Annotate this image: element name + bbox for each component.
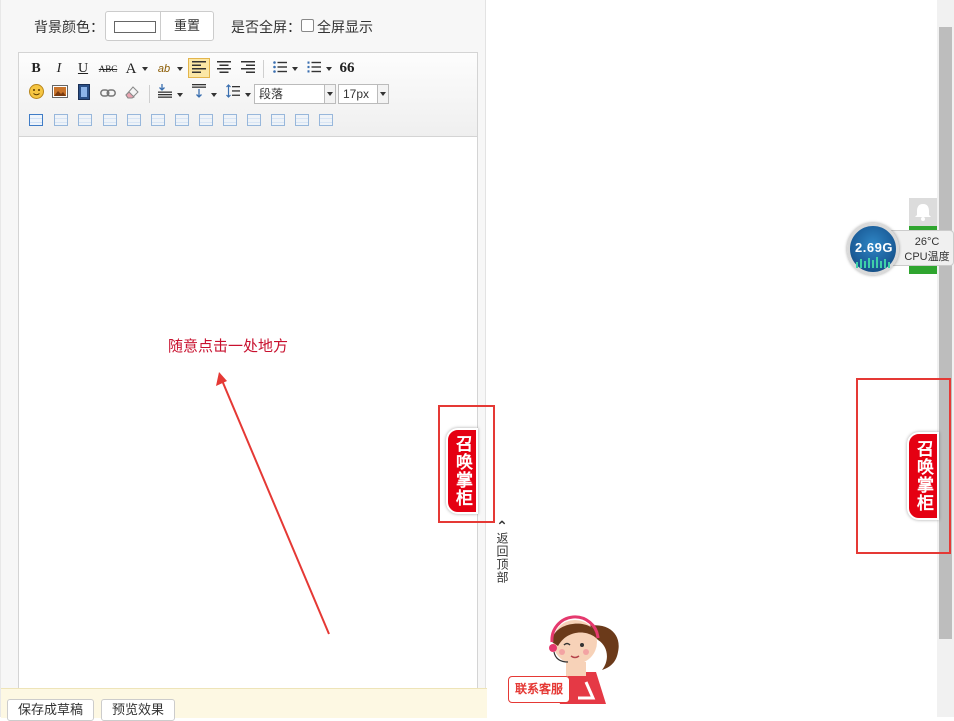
insert-video-button[interactable]: [75, 84, 93, 104]
insert-link-button[interactable]: [99, 84, 117, 104]
notification-bell-button[interactable]: [909, 198, 937, 226]
contact-support-button[interactable]: 联系客服: [508, 676, 570, 703]
cpu-temperature: 26°C CPU温度: [902, 235, 952, 265]
emoticon-button[interactable]: [27, 84, 45, 104]
merge-cells-icon[interactable]: [199, 114, 213, 126]
split-cells-icon[interactable]: [271, 114, 285, 126]
align-left-icon: [192, 61, 206, 73]
action-bar: 保存成草稿 预览效果: [1, 688, 487, 721]
rich-text-editor[interactable]: B I U ABC A ab 66 段落 17px: [18, 52, 478, 712]
cpu-frequency-value: 2.69G: [855, 240, 893, 255]
chevron-down-icon[interactable]: [245, 93, 251, 97]
merge-down-icon[interactable]: [247, 114, 261, 126]
chevron-down-icon[interactable]: [292, 67, 298, 71]
bullet-list-icon: [273, 61, 287, 73]
chevron-down-icon[interactable]: [211, 93, 217, 97]
chevron-down-icon[interactable]: [177, 67, 183, 71]
chevron-down-icon[interactable]: [326, 67, 332, 71]
link-icon: [100, 89, 116, 97]
font-color-button[interactable]: A: [123, 59, 139, 79]
delete-column-icon[interactable]: [175, 114, 189, 126]
split-rows-icon[interactable]: [295, 114, 309, 126]
clear-format-button[interactable]: [123, 84, 141, 104]
blockquote-button[interactable]: 66: [337, 58, 357, 78]
bg-color-label: 背景颜色：: [34, 19, 104, 35]
strikethrough-button[interactable]: ABC: [97, 59, 119, 79]
delete-table-icon[interactable]: [54, 114, 68, 126]
insert-table-icon[interactable]: [29, 114, 43, 126]
insert-image-button[interactable]: [51, 84, 69, 104]
highlight-button[interactable]: ab: [155, 59, 173, 79]
image-icon: [52, 85, 68, 98]
indent-button[interactable]: [156, 84, 174, 104]
delete-row-icon[interactable]: [127, 114, 141, 126]
toolbar-divider: [149, 85, 150, 103]
toolbar-divider: [263, 60, 264, 78]
indent-icon: [158, 84, 172, 98]
insert-column-icon[interactable]: [151, 114, 165, 126]
annotation-text: 随意点击一处地方: [168, 338, 289, 355]
fullscreen-label: 是否全屏：: [231, 19, 301, 35]
font-size-select[interactable]: 17px: [338, 84, 389, 104]
cpu-temperature-label: CPU温度: [904, 251, 950, 263]
preview-button[interactable]: 预览效果: [101, 699, 176, 721]
paragraph-format-select[interactable]: 段落: [254, 84, 336, 104]
paragraph-spacing-icon: [192, 84, 206, 98]
back-to-top-label: 返回顶部: [495, 532, 509, 584]
settings-bar: 背景颜色： 重置 是否全屏： 全屏显示: [1, 0, 487, 50]
numbered-list-icon: [307, 61, 321, 73]
chevron-down-icon[interactable]: [177, 93, 183, 97]
paragraph-format-value: 段落: [259, 87, 284, 101]
color-swatch: [114, 21, 156, 33]
bold-button[interactable]: B: [27, 59, 45, 79]
editor-panel: 背景颜色： 重置 是否全屏： 全屏显示 B I U ABC A ab 66 段落…: [0, 0, 487, 721]
insert-row-icon[interactable]: [103, 114, 117, 126]
highlight-frame: [438, 405, 495, 523]
chevron-down-icon[interactable]: [142, 67, 148, 71]
editor-toolbar: B I U ABC A ab 66 段落 17px: [19, 53, 477, 137]
line-height-button[interactable]: [224, 84, 242, 104]
chevron-down-icon[interactable]: [377, 85, 388, 103]
cpu-temperature-value: 26°C: [914, 236, 940, 248]
save-draft-button[interactable]: 保存成草稿: [7, 699, 95, 721]
underline-button[interactable]: U: [74, 59, 92, 79]
bell-icon: [915, 204, 931, 221]
chevron-down-icon[interactable]: [324, 85, 335, 103]
align-right-icon: [241, 61, 255, 73]
chevron-up-icon: ⌃: [496, 518, 508, 534]
bg-color-picker[interactable]: [105, 11, 161, 41]
highlight-frame-right: [856, 378, 951, 554]
table-caption-icon[interactable]: [78, 114, 92, 126]
merge-right-icon[interactable]: [223, 114, 237, 126]
paragraph-spacing-button[interactable]: [190, 84, 208, 104]
align-center-icon: [217, 61, 231, 73]
ordered-list-button[interactable]: [305, 59, 323, 79]
back-to-top-button[interactable]: ⌃ 返回顶部: [494, 518, 510, 584]
italic-button[interactable]: I: [50, 59, 68, 79]
cpu-wave-icon: [856, 257, 890, 268]
font-size-value: 17px: [343, 87, 370, 101]
line-height-icon: [226, 84, 240, 98]
fullscreen-checkbox[interactable]: [301, 19, 314, 32]
align-center-button[interactable]: [214, 59, 234, 79]
split-columns-icon[interactable]: [319, 114, 333, 126]
align-left-button[interactable]: [188, 58, 210, 78]
smiley-icon: [28, 84, 44, 99]
fullscreen-checkbox-label[interactable]: 全屏显示: [317, 17, 373, 37]
unordered-list-button[interactable]: [271, 59, 289, 79]
reset-button[interactable]: 重置: [160, 11, 214, 41]
eraser-icon: [125, 86, 139, 99]
align-right-button[interactable]: [238, 59, 258, 79]
film-icon: [78, 84, 90, 100]
